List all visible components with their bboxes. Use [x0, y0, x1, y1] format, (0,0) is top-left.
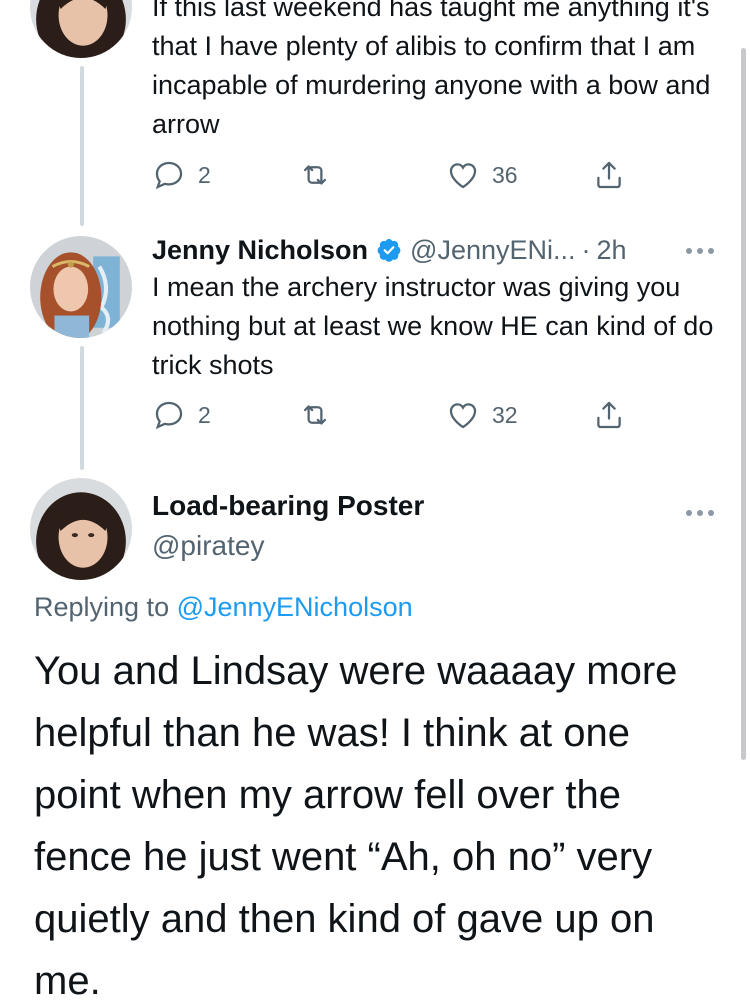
verified-icon [376, 237, 402, 263]
avatar-piratey[interactable] [30, 0, 132, 58]
like-count: 36 [492, 161, 518, 188]
replying-to: Replying to @JennyENicholson [34, 592, 413, 623]
share-icon [597, 161, 621, 189]
tweet-time[interactable]: 2h [597, 235, 627, 266]
retweet-button[interactable] [298, 395, 332, 435]
retweet-icon [303, 405, 327, 425]
tweet-header: Jenny Nicholson @JennyENi... · 2h [152, 232, 712, 268]
author-name[interactable]: Load-bearing Poster [152, 490, 424, 522]
scrollbar[interactable] [741, 48, 746, 760]
like-button[interactable]: 36 [446, 155, 518, 195]
like-button[interactable]: 32 [446, 395, 518, 435]
reply-count: 2 [198, 401, 211, 428]
reply-button[interactable]: 2 [152, 155, 211, 195]
reply-icon [155, 161, 183, 190]
retweet-button[interactable] [298, 155, 332, 195]
share-icon [597, 401, 621, 429]
retweet-icon [303, 165, 327, 185]
tweet-text: If this last weekend has taught me anyth… [152, 0, 711, 139]
more-icon[interactable] [684, 240, 724, 260]
tweet-actions: 2 36 [152, 155, 642, 195]
reply-button[interactable]: 2 [152, 395, 211, 435]
like-icon [449, 163, 477, 189]
tweet-thread: If this last weekend has taught me anyth… [0, 0, 750, 1008]
thread-connector [80, 346, 84, 470]
author-handle[interactable]: @piratey [152, 530, 264, 562]
tweet-actions: 2 32 [152, 395, 642, 435]
avatar-piratey[interactable] [30, 478, 132, 580]
reply-count: 2 [198, 161, 211, 188]
main-tweet-text: You and Lindsay were waaaay more helpful… [34, 649, 678, 1003]
like-count: 32 [492, 401, 518, 428]
replying-handle-link[interactable]: @JennyENicholson [177, 592, 413, 622]
author-name[interactable]: Jenny Nicholson [152, 235, 368, 266]
share-button[interactable] [592, 395, 626, 435]
thread-connector [80, 66, 84, 226]
replying-prefix: Replying to [34, 592, 177, 622]
like-icon [449, 403, 477, 429]
avatar-jenny-nicholson[interactable] [30, 236, 132, 338]
share-button[interactable] [592, 155, 626, 195]
more-icon[interactable] [684, 502, 724, 522]
meta-separator: · [581, 234, 591, 265]
reply-icon [155, 401, 183, 430]
tweet-text: I mean the archery instructor was giving… [152, 272, 714, 380]
author-handle[interactable]: @JennyENi... [410, 235, 575, 266]
